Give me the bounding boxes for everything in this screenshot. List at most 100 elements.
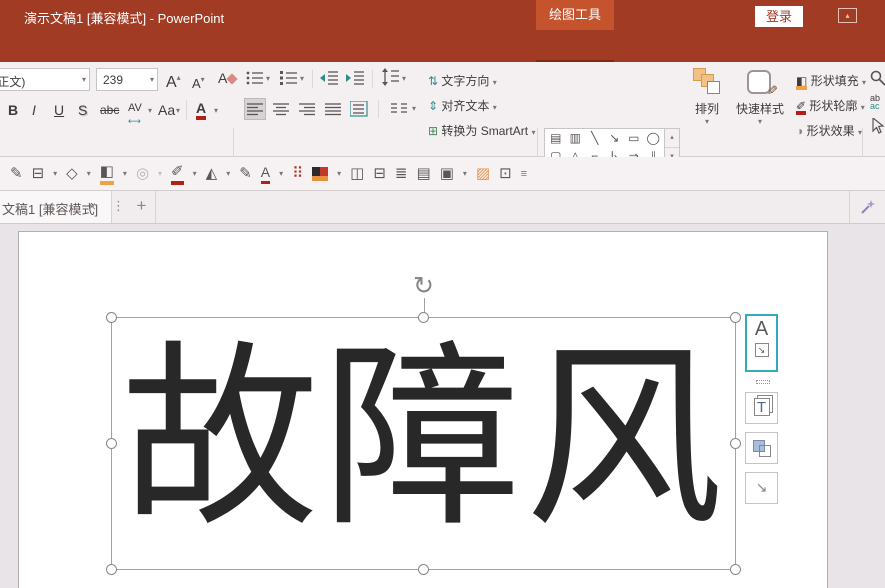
character-spacing-button[interactable]: AV ⟷ <box>128 98 142 138</box>
shrink-font-button[interactable]: A▾ <box>192 70 205 94</box>
chevron-down-icon[interactable]: ▾ <box>82 75 86 84</box>
fill-color-icon[interactable]: ◧ <box>100 163 114 185</box>
resize-handle-sw[interactable] <box>106 564 117 575</box>
replace-button[interactable]: ab ac <box>870 94 880 110</box>
color-grid-icon[interactable]: ⠿ <box>292 165 303 183</box>
chevron-down-icon[interactable]: ▾ <box>193 169 197 178</box>
font-name-combo[interactable]: 等线 (正文) ▾ <box>0 68 90 91</box>
strikethrough-button[interactable]: abc <box>100 100 119 120</box>
shape-line[interactable]: ╲ <box>585 130 605 148</box>
ribbon-display-options-icon[interactable]: ▴ <box>838 8 857 23</box>
underline-button[interactable]: U <box>54 100 64 120</box>
resize-handle-ne[interactable] <box>730 312 741 323</box>
increase-indent-icon[interactable] <box>346 70 365 86</box>
shape-rectangle[interactable]: ▭ <box>624 130 644 148</box>
paste-icon[interactable]: ▣ <box>440 165 454 183</box>
columns-button[interactable] <box>388 98 410 120</box>
rotate-handle-icon[interactable]: ↻ <box>413 274 434 298</box>
clear-formatting-button[interactable]: A <box>218 68 236 88</box>
bold-button[interactable]: B <box>8 100 18 120</box>
panel-drag-handle[interactable] <box>756 380 770 384</box>
chevron-down-icon[interactable]: ▾ <box>279 169 283 178</box>
tab-more-icon[interactable]: ⋮ <box>112 198 125 214</box>
align-text-button[interactable]: ⇕ 对齐文本 ▾ <box>428 97 497 114</box>
quick-styles-button[interactable]: ✎ 快速样式 ▾ <box>732 68 788 126</box>
change-case-button[interactable]: Aa <box>158 100 175 120</box>
select-cursor-icon[interactable] <box>872 118 885 134</box>
resize-handle-n[interactable] <box>418 312 429 323</box>
chevron-down-icon[interactable]: ▾ <box>300 74 304 83</box>
text-direction-button[interactable]: ⇅ 文字方向 ▾ <box>428 72 497 89</box>
text-box-icon[interactable]: ▤ <box>417 165 431 183</box>
text-indent-icon[interactable]: ≣ <box>395 165 408 183</box>
new-tab-button[interactable]: + <box>128 191 156 223</box>
shape-fill-button[interactable]: ◧ 形状填充 ▾ <box>796 72 866 89</box>
shape-layer-tool-button[interactable] <box>745 432 778 464</box>
chevron-down-icon[interactable]: ▾ <box>226 169 230 178</box>
align-left-button[interactable] <box>244 98 266 120</box>
resize-handle-s[interactable] <box>418 564 429 575</box>
selection-border[interactable] <box>111 317 736 570</box>
toolbar-overflow-icon[interactable]: ≡ <box>521 168 527 180</box>
font-size-combo[interactable]: 239 ▾ <box>96 68 158 91</box>
eyedropper-icon[interactable]: ✎ <box>239 165 252 183</box>
chevron-down-icon[interactable]: ▾ <box>176 106 180 115</box>
shape-outline-button[interactable]: ✐ 形状轮廓 ▾ <box>796 97 865 114</box>
chevron-down-icon[interactable]: ▾ <box>123 169 127 178</box>
numbered-list-icon[interactable] <box>280 70 298 86</box>
shape-effect-icon[interactable]: ◭ <box>206 165 218 183</box>
resize-handle-se[interactable] <box>730 564 741 575</box>
gallery-scroll-up-icon[interactable]: ▴ <box>665 129 679 147</box>
insert-placeholder-icon[interactable]: ⊟ <box>32 165 45 183</box>
align-width-icon[interactable]: ◫ <box>350 165 364 183</box>
merge-shapes-icon[interactable]: ◎ <box>136 165 149 183</box>
distribute-text-button[interactable] <box>348 98 370 120</box>
resize-handle-nw[interactable] <box>106 312 117 323</box>
text-tool-button[interactable]: T <box>745 392 778 424</box>
chevron-down-icon[interactable]: ▾ <box>53 169 57 178</box>
shape-vertical-textbox[interactable]: ▥ <box>566 130 586 148</box>
font-color-button[interactable]: A <box>196 98 206 118</box>
find-icon[interactable] <box>870 70 885 86</box>
chevron-down-icon[interactable]: ▾ <box>87 169 91 178</box>
chevron-down-icon[interactable]: ▾ <box>402 74 406 83</box>
pen-tool-icon[interactable]: ✎ <box>10 165 23 183</box>
shape-arrow[interactable]: ↘ <box>605 130 625 148</box>
chevron-down-icon[interactable]: ▾ <box>266 74 270 83</box>
chevron-down-icon[interactable]: ▾ <box>463 169 467 178</box>
align-center-objects-icon[interactable]: ⊟ <box>373 165 386 183</box>
text-shadow-button[interactable]: S <box>78 100 87 120</box>
italic-button[interactable]: I <box>32 100 36 120</box>
chevron-down-icon[interactable]: ▾ <box>412 104 416 113</box>
font-color-icon[interactable]: A <box>261 163 270 184</box>
outline-color-icon[interactable]: ✐ <box>171 163 184 185</box>
arrange-button[interactable]: 排列 ▾ <box>684 68 730 126</box>
grow-font-button[interactable]: A▴ <box>166 68 181 93</box>
line-spacing-icon[interactable] <box>382 68 400 86</box>
justify-button[interactable] <box>322 98 344 120</box>
chevron-down-icon[interactable]: ▾ <box>148 106 152 115</box>
fit-slide-icon[interactable]: ⊡ <box>499 165 512 183</box>
close-tab-icon[interactable]: × <box>88 198 96 214</box>
chevron-down-icon[interactable]: ▾ <box>150 75 154 84</box>
chevron-down-icon[interactable]: ▾ <box>337 169 341 178</box>
sign-in-button[interactable]: 登录 <box>755 6 803 27</box>
chevron-down-icon[interactable]: ▾ <box>214 106 218 115</box>
text-style-tool-button[interactable]: A ↘ <box>745 314 778 372</box>
decrease-indent-icon[interactable] <box>320 70 339 86</box>
shapes-icon[interactable]: ◇ <box>66 165 78 183</box>
resize-tool-button[interactable]: ↘ <box>745 472 778 504</box>
convert-smartart-button[interactable]: ⊞ 转换为 SmartArt ▾ <box>428 122 535 139</box>
resize-handle-w[interactable] <box>106 438 117 449</box>
shape-textbox[interactable]: ▤ <box>546 130 566 148</box>
tab-options-button[interactable] <box>849 191 885 223</box>
bullet-list-icon[interactable] <box>246 70 264 86</box>
align-center-button[interactable] <box>270 98 292 120</box>
theme-colors-icon[interactable] <box>312 167 328 181</box>
resize-handle-e[interactable] <box>730 438 741 449</box>
slide-canvas[interactable]: 故障风 ↻ A ↘ T <box>18 231 828 588</box>
shape-oval[interactable]: ◯ <box>644 130 664 148</box>
align-right-button[interactable] <box>296 98 318 120</box>
brush-icon[interactable]: ▨ <box>476 165 490 183</box>
shape-effects-button[interactable]: ◑ 形状效果 ▾ <box>796 122 862 139</box>
